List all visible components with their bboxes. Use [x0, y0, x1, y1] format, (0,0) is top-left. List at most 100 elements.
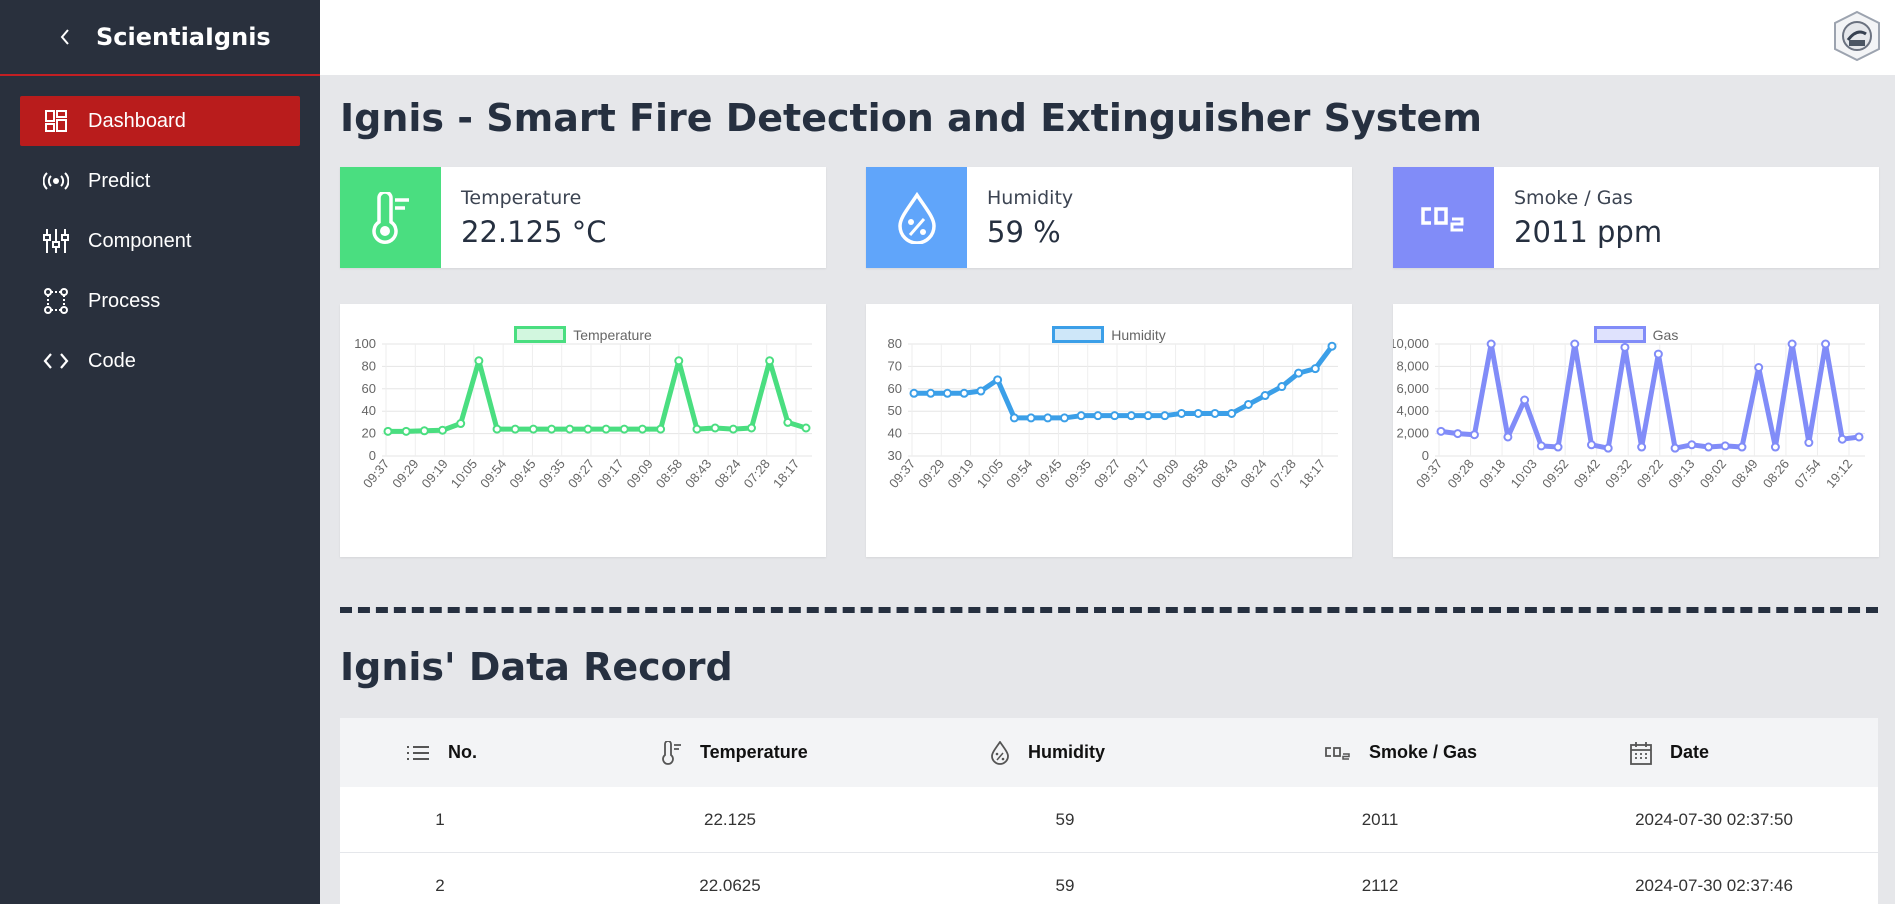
data-point [583, 424, 593, 434]
thermometer-icon [340, 167, 441, 268]
x-tick-label: 09:17 [1120, 456, 1152, 491]
data-point [547, 424, 557, 434]
column-header-label: Temperature [700, 742, 808, 762]
y-tick-label: 50 [888, 403, 902, 418]
x-tick-label: 09:29 [389, 456, 421, 491]
x-tick-label: 08:58 [653, 456, 685, 491]
data-point [1837, 434, 1847, 444]
data-point [419, 426, 429, 436]
page-title: Ignis - Smart Fire Detection and Extingu… [340, 96, 1482, 140]
cell-humidity: 59 [1055, 875, 1075, 895]
data-point [1026, 413, 1036, 423]
y-tick-label: 4,000 [1396, 403, 1429, 418]
stat-label: Smoke / Gas [1514, 187, 1633, 209]
x-tick-label: 10:03 [1508, 456, 1540, 491]
data-point [1704, 442, 1714, 452]
humidity-drop-icon [866, 167, 967, 268]
x-tick-label: 08:49 [1728, 456, 1760, 491]
data-point [1637, 442, 1647, 452]
x-tick-label: 09:02 [1697, 456, 1729, 491]
x-tick-label: 18:17 [770, 456, 802, 491]
collapse-sidebar-button[interactable] [54, 26, 76, 48]
data-point [783, 417, 793, 427]
sidebar-item-component[interactable]: Component [20, 216, 300, 266]
data-point [619, 424, 629, 434]
x-tick-label: 09:28 [1444, 456, 1476, 491]
data-point [383, 426, 393, 436]
humidity-drop-icon [990, 740, 1010, 765]
x-tick-label: 08:24 [711, 456, 743, 491]
data-point [976, 386, 986, 396]
column-header-gas[interactable]: Smoke / Gas [1290, 742, 1630, 763]
x-tick-label: 09:45 [1032, 456, 1064, 491]
data-point [1243, 399, 1253, 409]
cell-gas: 2011 [1361, 809, 1399, 829]
data-point [1754, 363, 1764, 373]
data-point [492, 424, 502, 434]
x-tick-label: 18:17 [1296, 456, 1328, 491]
data-point [1536, 441, 1546, 451]
data-point [942, 388, 952, 398]
column-header-temperature[interactable]: Temperature [660, 740, 990, 765]
x-tick-label: 09:17 [594, 456, 626, 491]
table-header: No. Temperature Humidity Smoke / Gas Dat… [340, 718, 1878, 787]
x-tick-label: 09:32 [1602, 456, 1634, 491]
data-point [1520, 395, 1530, 405]
data-point [1177, 408, 1187, 418]
data-point [1670, 443, 1680, 453]
dashboard-icon [42, 107, 70, 135]
x-tick-label: 07:54 [1791, 456, 1823, 491]
data-point [1126, 411, 1136, 421]
data-point [801, 423, 811, 433]
data-point [456, 419, 466, 429]
data-point [1503, 432, 1513, 442]
data-point [1553, 442, 1563, 452]
data-point [1160, 411, 1170, 421]
x-tick-label: 07:28 [741, 456, 773, 491]
sidebar-item-code[interactable]: Code [20, 336, 300, 386]
sidebar-item-process[interactable]: Process [20, 276, 300, 326]
sidebar-item-dashboard[interactable]: Dashboard [20, 96, 300, 146]
y-tick-label: 80 [362, 358, 376, 373]
data-point [474, 356, 484, 366]
sidebar-item-label: Process [88, 289, 161, 312]
x-tick-label: 09:13 [1665, 456, 1697, 491]
data-point [674, 356, 684, 366]
data-point [1603, 443, 1613, 453]
sidebar: ScientiaIgnis Dashboard Predict Componen… [0, 0, 320, 904]
table-row[interactable]: 2 22.0625 59 2112 2024-07-30 02:37:46 [340, 853, 1878, 904]
co2-icon [1393, 167, 1494, 268]
y-tick-label: 6,000 [1396, 381, 1429, 396]
table-row[interactable]: 1 22.125 59 2011 2024-07-30 02:37:50 [340, 787, 1878, 853]
x-tick-label: 09:54 [1003, 456, 1035, 491]
sidebar-item-predict[interactable]: Predict [20, 156, 300, 206]
data-record-table: No. Temperature Humidity Smoke / Gas Dat… [340, 718, 1878, 904]
y-tick-label: 10,000 [1393, 336, 1429, 351]
data-point [1737, 442, 1747, 452]
data-point [909, 388, 919, 398]
x-tick-label: 19:12 [1823, 456, 1855, 491]
data-point [1059, 413, 1069, 423]
temperature-stat-card: Temperature 22.125 °C [340, 167, 826, 268]
data-point [1227, 408, 1237, 418]
cell-date: 2024-07-30 02:37:46 [1635, 875, 1793, 895]
column-header-date[interactable]: Date [1630, 741, 1878, 765]
y-tick-label: 70 [888, 358, 902, 373]
avatar[interactable] [1831, 10, 1883, 62]
data-point [959, 388, 969, 398]
data-point [1620, 342, 1630, 352]
x-tick-label: 08:58 [1179, 456, 1211, 491]
data-point [1787, 339, 1797, 349]
data-point [1043, 413, 1053, 423]
data-point [1821, 339, 1831, 349]
cell-temperature: 22.125 [704, 809, 756, 829]
y-tick-label: 20 [362, 426, 376, 441]
x-tick-label: 09:29 [915, 456, 947, 491]
data-point [1110, 411, 1120, 421]
series-line [914, 344, 1335, 421]
y-tick-label: 0 [369, 448, 376, 463]
column-header-no[interactable]: No. [340, 742, 660, 763]
column-header-humidity[interactable]: Humidity [990, 740, 1290, 765]
x-tick-label: 08:26 [1760, 456, 1792, 491]
data-point [438, 425, 448, 435]
